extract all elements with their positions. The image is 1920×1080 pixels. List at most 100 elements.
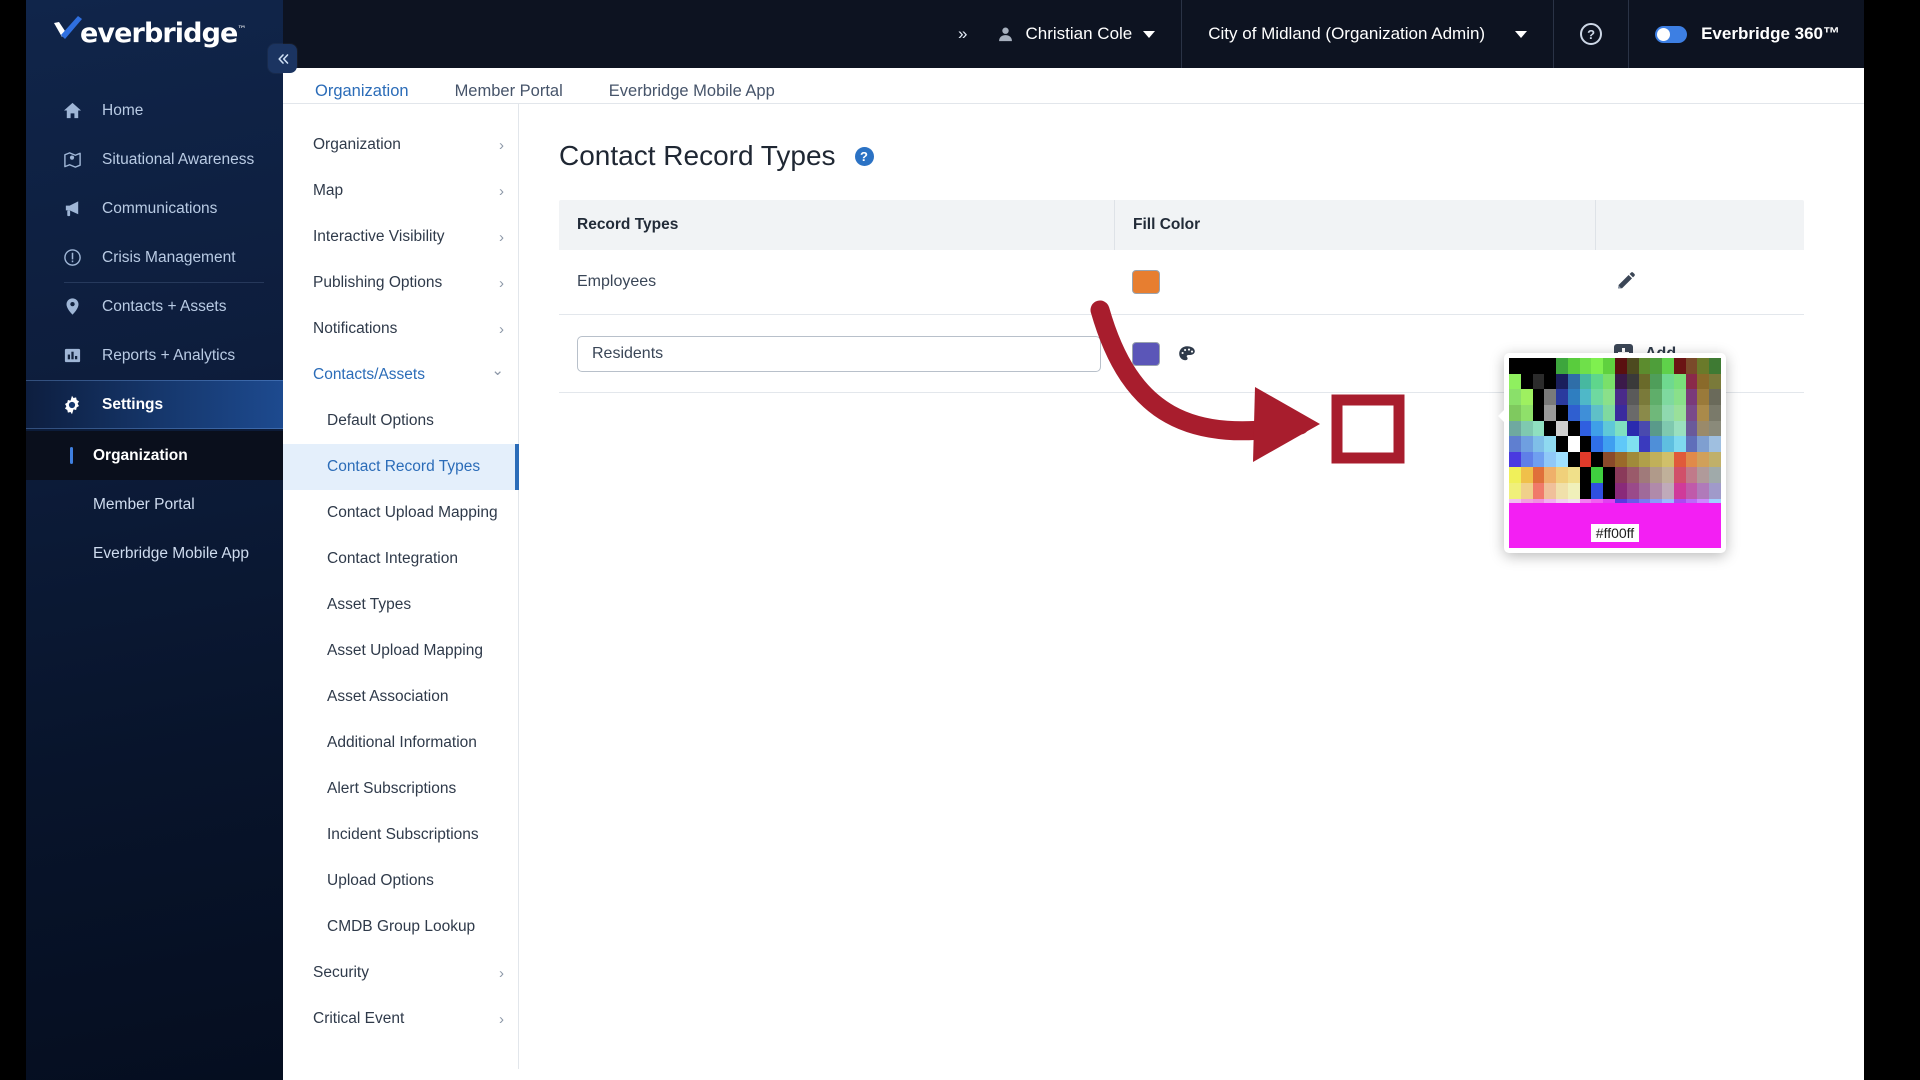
settings-item-cmdb-group-lookup[interactable]: CMDB Group Lookup — [283, 904, 518, 950]
color-swatch[interactable] — [1697, 483, 1710, 499]
color-swatch[interactable] — [1673, 436, 1686, 452]
page-help-icon[interactable]: ? — [854, 146, 874, 166]
color-swatch[interactable] — [1556, 467, 1568, 484]
color-swatch[interactable] — [1685, 467, 1698, 484]
color-swatch[interactable] — [1567, 483, 1580, 499]
color-swatch[interactable] — [1556, 451, 1568, 468]
color-swatch[interactable] — [1626, 420, 1639, 437]
color-swatch[interactable] — [1509, 404, 1521, 421]
color-swatch[interactable] — [1685, 373, 1698, 390]
color-swatch[interactable] — [1579, 358, 1592, 374]
color-swatch[interactable] — [1509, 483, 1521, 499]
color-swatch[interactable] — [1603, 483, 1615, 499]
color-swatch[interactable] — [1626, 436, 1639, 452]
settings-item-contact-record-types[interactable]: Contact Record Types — [283, 444, 519, 490]
settings-group-publishing-options[interactable]: Publishing Options › — [283, 260, 518, 306]
settings-item-contact-integration[interactable]: Contact Integration — [283, 536, 518, 582]
everbridge-logo[interactable]: everbridge™ — [52, 11, 252, 55]
color-swatch[interactable] — [1614, 358, 1627, 374]
color-swatch[interactable] — [1673, 483, 1686, 499]
sidebar-item-situational-awareness[interactable]: Situational Awareness — [26, 135, 283, 184]
color-swatch[interactable] — [1603, 373, 1615, 390]
settings-item-asset-upload-mapping[interactable]: Asset Upload Mapping — [283, 628, 518, 674]
color-swatch[interactable] — [1685, 404, 1698, 421]
color-swatch[interactable] — [1697, 404, 1710, 421]
color-swatch[interactable] — [1709, 420, 1721, 437]
color-swatch[interactable] — [1650, 451, 1663, 468]
color-swatch[interactable] — [1709, 467, 1721, 484]
color-swatch[interactable] — [1544, 483, 1557, 499]
color-swatch[interactable] — [1638, 451, 1651, 468]
color-swatch[interactable] — [1638, 373, 1651, 390]
color-swatch[interactable] — [1638, 467, 1651, 484]
sidebar-subitem-everbridge-mobile-app[interactable]: Everbridge Mobile App — [26, 529, 283, 578]
color-swatch[interactable] — [1614, 420, 1627, 437]
color-swatch[interactable] — [1520, 373, 1533, 390]
settings-group-map[interactable]: Map › — [283, 168, 518, 214]
color-swatch[interactable] — [1532, 467, 1545, 484]
color-swatch[interactable] — [1532, 404, 1545, 421]
help-button[interactable]: ? — [1580, 23, 1603, 45]
color-swatch[interactable] — [1556, 389, 1568, 405]
color-swatch[interactable] — [1638, 404, 1651, 421]
settings-group-interactive-visibility[interactable]: Interactive Visibility › — [283, 214, 518, 260]
color-swatch[interactable] — [1520, 420, 1533, 437]
settings-group-organization[interactable]: Organization › — [283, 122, 518, 168]
organization-selector[interactable]: City of Midland (Organization Admin) — [1182, 24, 1553, 44]
settings-item-alert-subscriptions[interactable]: Alert Subscriptions — [283, 766, 518, 812]
color-swatch[interactable] — [1662, 436, 1674, 452]
color-swatch[interactable] — [1662, 451, 1674, 468]
color-swatch[interactable] — [1650, 358, 1663, 374]
color-swatch[interactable] — [1579, 436, 1592, 452]
color-swatch[interactable] — [1567, 467, 1580, 484]
color-swatch[interactable] — [1509, 420, 1521, 437]
color-swatch[interactable] — [1603, 436, 1615, 452]
color-swatch[interactable] — [1544, 358, 1557, 374]
color-swatch[interactable] — [1697, 389, 1710, 405]
settings-item-default-options[interactable]: Default Options — [283, 398, 518, 444]
settings-item-asset-association[interactable]: Asset Association — [283, 674, 518, 720]
color-swatch[interactable] — [1650, 483, 1663, 499]
expand-chevrons-icon[interactable]: » — [958, 24, 967, 44]
color-swatch[interactable] — [1520, 451, 1533, 468]
color-swatch[interactable] — [1673, 373, 1686, 390]
color-swatch[interactable] — [1556, 373, 1568, 390]
settings-item-contact-upload-mapping[interactable]: Contact Upload Mapping — [283, 490, 518, 536]
color-swatch[interactable] — [1520, 358, 1533, 374]
color-swatch[interactable] — [1697, 436, 1710, 452]
color-swatch[interactable] — [1626, 358, 1639, 374]
color-swatch[interactable] — [1532, 358, 1545, 374]
record-type-name-input[interactable] — [577, 335, 1101, 372]
fill-color-swatch[interactable] — [1132, 270, 1160, 294]
color-swatch[interactable] — [1650, 389, 1663, 405]
color-swatch[interactable] — [1579, 467, 1592, 484]
color-swatch[interactable] — [1603, 358, 1615, 374]
color-swatch[interactable] — [1697, 467, 1710, 484]
color-swatch[interactable] — [1685, 436, 1698, 452]
color-swatch[interactable] — [1685, 420, 1698, 437]
color-swatch[interactable] — [1673, 451, 1686, 468]
color-swatch[interactable] — [1662, 389, 1674, 405]
sidebar-item-reports-analytics[interactable]: Reports + Analytics — [26, 331, 283, 380]
color-swatch[interactable] — [1709, 358, 1721, 374]
color-swatch[interactable] — [1532, 451, 1545, 468]
sidebar-item-home[interactable]: Home — [26, 86, 283, 135]
color-swatch[interactable] — [1532, 420, 1545, 437]
color-swatch[interactable] — [1614, 373, 1627, 390]
color-swatch[interactable] — [1709, 483, 1721, 499]
fill-color-swatch[interactable] — [1132, 341, 1160, 366]
color-swatch[interactable] — [1567, 436, 1580, 452]
color-swatch[interactable] — [1556, 358, 1568, 374]
color-swatch[interactable] — [1673, 404, 1686, 421]
color-swatch[interactable] — [1638, 420, 1651, 437]
color-swatch[interactable] — [1697, 373, 1710, 390]
color-swatch[interactable] — [1591, 358, 1604, 374]
settings-group-critical-event[interactable]: Critical Event › — [283, 996, 518, 1042]
color-swatch[interactable] — [1709, 451, 1721, 468]
color-swatch[interactable] — [1626, 467, 1639, 484]
settings-item-additional-information[interactable]: Additional Information — [283, 720, 518, 766]
settings-item-asset-types[interactable]: Asset Types — [283, 582, 518, 628]
color-swatch[interactable] — [1567, 404, 1580, 421]
color-swatch[interactable] — [1591, 389, 1604, 405]
color-swatch[interactable] — [1567, 389, 1580, 405]
